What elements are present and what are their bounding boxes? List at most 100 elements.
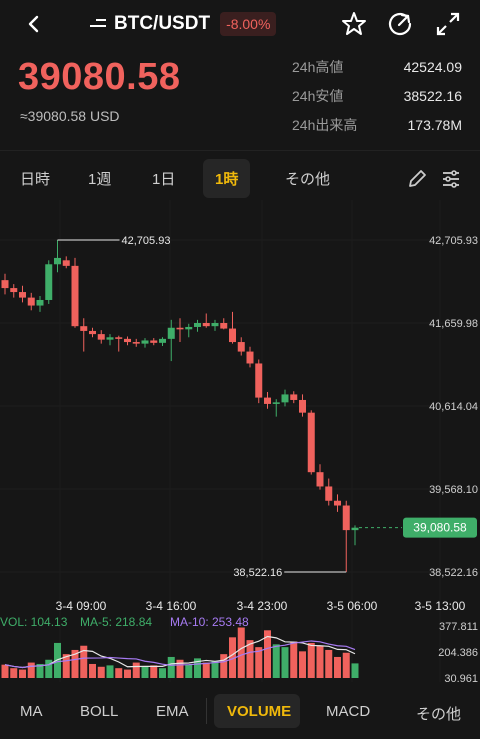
tab-timeframe-3[interactable]: 1時 [203,158,251,198]
x-axis-label: 3-5 13:00 [415,599,466,613]
candle [36,299,44,306]
tab-indicator-volume[interactable]: VOLUME [227,703,291,720]
volume-bar [19,669,26,678]
volume-bar [202,662,210,678]
volume-bar [325,649,333,678]
stat-value: 42524.09 [403,58,462,75]
candle [71,265,79,327]
volume-axis-label: 30.961 [444,673,478,682]
candle [351,527,359,531]
candle [27,297,35,306]
volume-bar [124,669,131,678]
volume-bar [1,664,9,678]
share-icon[interactable] [386,10,414,38]
tab-timeframe-4[interactable]: その他 [285,168,330,189]
volume-bar [167,656,175,678]
candle [1,280,9,289]
volume-axis-labels: 377.811 204.386 30.961 [438,621,478,682]
candle [54,257,61,265]
volume-bar [290,641,298,678]
x-axis-label: 3-4 23:00 [237,599,288,613]
tab-indicator-ma[interactable]: MA [20,703,43,720]
candle [80,326,88,331]
tab-indicator-ema[interactable]: EMA [156,703,189,720]
tab-timeframe-2[interactable]: 1日 [152,168,175,189]
volume-bar [342,652,350,678]
x-axis-labels: 3-4 09:00 3-4 16:00 3-4 23:00 3-5 06:00 … [56,599,466,613]
stat-label: 24h安値 [292,87,344,104]
volume-legend-ma10: MA-10: 253.48 [170,615,249,629]
y-axis-label: 41,659.98 [429,318,478,330]
low-marker-label: 38,522.16 [233,567,282,579]
draw-pencil-icon[interactable] [406,168,428,190]
last-price: 39080.58 [18,56,181,98]
volume-bar [141,666,149,678]
candle [211,322,219,327]
pair-menu-icon [90,19,106,27]
volume-bar [89,663,96,678]
volume-bar [159,668,166,678]
y-axis-label: 42,705.93 [429,235,478,247]
volume-bar [97,666,105,678]
stat-label: 24h高値 [292,58,344,75]
back-arrow-icon[interactable] [22,10,48,38]
volume-bar [281,647,289,678]
pair-selector[interactable]: BTC/USDT -8.00% [88,10,277,38]
volume-bars [1,627,359,678]
volume-bar [115,668,123,678]
volume-bar [316,645,324,678]
settings-sliders-icon[interactable] [440,168,462,190]
candle [124,338,131,343]
volume-bar [334,656,341,678]
volume-legend-ma5: MA-5: 218.84 [80,615,152,629]
candle [115,337,123,339]
divider [0,150,480,151]
candle [19,292,26,298]
candle [220,322,228,329]
volume-bar [185,664,193,678]
fullscreen-icon[interactable] [434,10,462,38]
candle [176,327,184,330]
star-icon[interactable] [340,10,368,38]
volume-bar [237,627,245,678]
volume-bar [132,662,140,678]
candle [194,322,201,327]
tab-indicator-more[interactable]: その他 [416,703,461,724]
volume-bar [272,644,280,678]
tab-timeframe-0[interactable]: 日時 [20,168,50,189]
candle [334,500,341,506]
candle [97,334,105,340]
candle [62,260,70,266]
candle [185,326,193,330]
candle [167,327,175,339]
candle [342,505,350,531]
volume-bar [106,665,114,678]
candle [10,288,18,293]
candlestick-chart[interactable]: 42,705.93 41,659.98 40,614.04 39,568.10 … [0,200,480,682]
stats-panel: 24h高値 42524.09 24h安値 38522.16 24h出来高 173… [292,52,462,139]
high-marker-label: 42,705.93 [122,235,171,247]
volume-bar [176,659,184,678]
candle [299,399,306,413]
x-axis-label: 3-5 06:00 [327,599,378,613]
candle [150,340,158,343]
tab-indicator-macd[interactable]: MACD [326,703,370,720]
candle [246,351,254,364]
stat-high: 24h高値 42524.09 [292,52,462,81]
candle [237,342,245,352]
tab-indicator-boll[interactable]: BOLL [80,703,118,720]
volume-bar [10,668,18,678]
candle [272,402,280,404]
candle [106,337,114,340]
y-axis-label: 40,614.04 [429,401,478,413]
volume-bar [45,659,53,678]
usd-price: ≈39080.58 USD [20,108,120,124]
tab-timeframe-1[interactable]: 1週 [88,168,111,189]
volume-bar [299,651,306,678]
candle [229,328,236,343]
candle [202,322,210,327]
volume-bar [351,663,359,678]
change-badge: -8.00% [220,12,277,36]
volume-axis-label: 204.386 [438,647,478,659]
volume-bar [27,662,35,678]
